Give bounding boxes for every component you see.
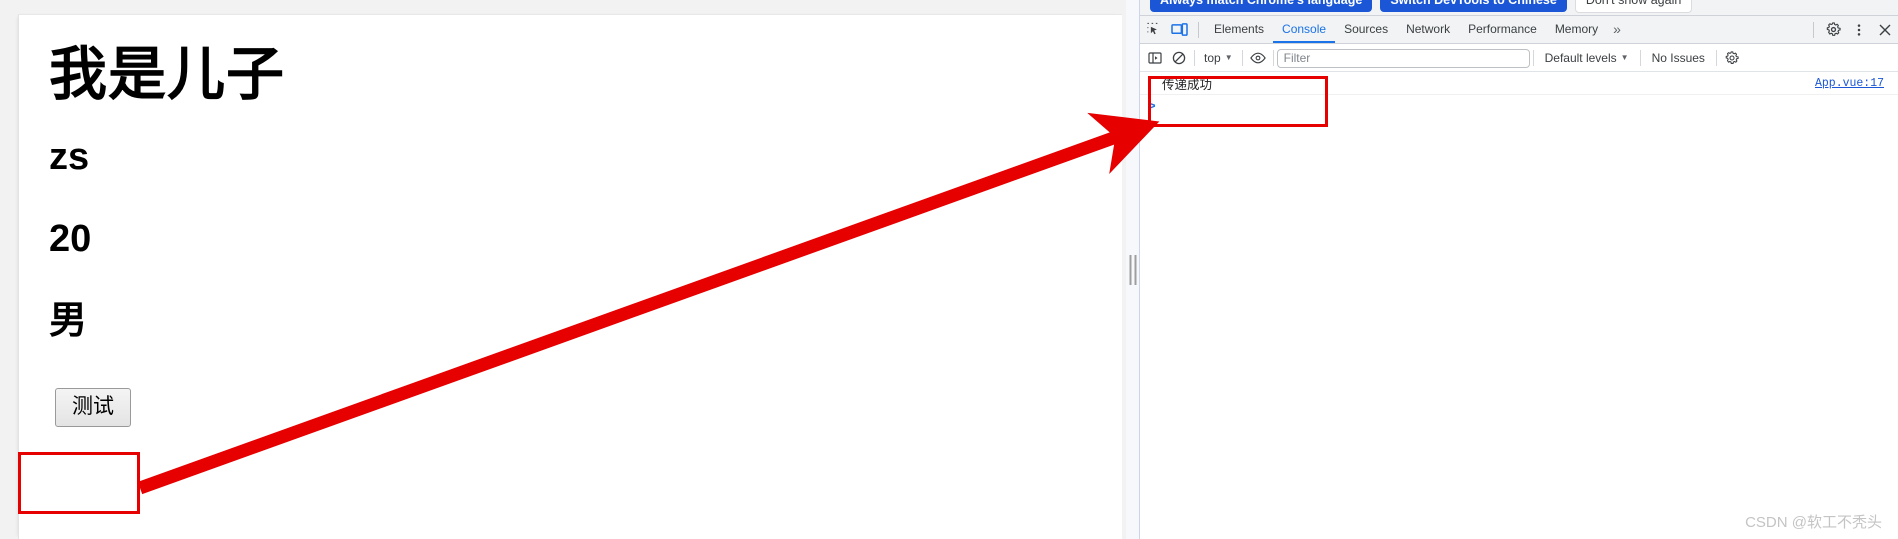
- device-toggle-icon[interactable]: [1166, 17, 1192, 43]
- console-toolbar-divider-1: [1194, 50, 1195, 66]
- tab-elements[interactable]: Elements: [1205, 16, 1273, 43]
- tab-performance[interactable]: Performance: [1459, 16, 1546, 43]
- console-toolbar-divider-5: [1639, 50, 1641, 66]
- browser-viewport: 我是儿子 zs 20 男 测试: [0, 0, 1140, 539]
- toolbar-divider: [1198, 21, 1199, 38]
- log-levels-label: Default levels: [1544, 51, 1617, 65]
- always-match-language-button[interactable]: Always match Chrome's language: [1150, 0, 1373, 12]
- clear-console-icon[interactable]: [1167, 46, 1191, 70]
- gear-icon[interactable]: [1820, 17, 1846, 43]
- console-message-list[interactable]: 传递成功 App.vue:17 >: [1140, 73, 1898, 539]
- close-icon[interactable]: [1872, 17, 1898, 43]
- inspect-element-icon[interactable]: [1140, 17, 1166, 43]
- chevron-down-icon-levels: ▼: [1620, 53, 1629, 62]
- tab-console[interactable]: Console: [1273, 16, 1335, 43]
- watermark: CSDN @软工不秃头: [1745, 514, 1882, 531]
- execution-context-value: top: [1204, 51, 1221, 65]
- live-expression-icon[interactable]: [1246, 46, 1270, 70]
- page-gender-value: 男: [49, 299, 88, 342]
- execution-context-selector[interactable]: top ▼: [1198, 48, 1239, 68]
- page-name-value: zs: [49, 135, 90, 178]
- splitter-grip-icon: [1129, 254, 1136, 285]
- chevron-down-icon: ▼: [1224, 53, 1233, 62]
- page-age-value: 20: [49, 217, 92, 260]
- tab-memory[interactable]: Memory: [1546, 16, 1607, 43]
- switch-devtools-language-button[interactable]: Switch DevTools to Chinese: [1380, 0, 1567, 12]
- console-toolbar-divider-4: [1532, 50, 1534, 66]
- console-toolbar-divider-3: [1272, 50, 1274, 66]
- page-content: 我是儿子 zs 20 男 测试: [18, 14, 1122, 539]
- tab-network[interactable]: Network: [1397, 16, 1459, 43]
- page-heading: 我是儿子: [49, 42, 286, 107]
- tab-sources[interactable]: Sources: [1335, 16, 1397, 43]
- console-settings-gear-icon[interactable]: [1720, 46, 1744, 70]
- panel-splitter[interactable]: [1126, 0, 1140, 539]
- dont-show-again-button[interactable]: Don't show again: [1574, 0, 1693, 13]
- tabs-overflow-icon[interactable]: »: [1607, 16, 1627, 43]
- devtools-language-banner: Always match Chrome's language Switch De…: [1140, 0, 1898, 16]
- issues-status[interactable]: No Issues: [1644, 51, 1713, 65]
- console-prompt-row[interactable]: >: [1140, 95, 1898, 115]
- console-toolbar-divider-6: [1715, 50, 1717, 66]
- log-levels-selector[interactable]: Default levels ▼: [1537, 51, 1637, 65]
- prompt-caret-icon: >: [1148, 97, 1156, 113]
- test-button[interactable]: 测试: [55, 387, 131, 427]
- console-toolbar-divider-2: [1241, 50, 1243, 66]
- console-sidebar-icon[interactable]: [1143, 46, 1167, 70]
- devtools-panel: Always match Chrome's language Switch De…: [1140, 0, 1898, 539]
- console-message-row[interactable]: 传递成功 App.vue:17: [1140, 73, 1898, 95]
- screenshot-root: 我是儿子 zs 20 男 测试 Always match Chrome's la…: [0, 0, 1898, 539]
- console-message-text: 传递成功: [1162, 78, 1213, 92]
- toolbar-divider-right: [1813, 21, 1814, 38]
- console-toolbar: top ▼ Default levels ▼ No Issues: [1140, 45, 1898, 72]
- devtools-tabbar: Elements Console Sources Network Perform…: [1140, 16, 1898, 44]
- filter-input[interactable]: [1276, 48, 1530, 68]
- console-message-source-link[interactable]: App.vue:17: [1815, 77, 1884, 90]
- kebab-menu-icon[interactable]: [1846, 17, 1872, 43]
